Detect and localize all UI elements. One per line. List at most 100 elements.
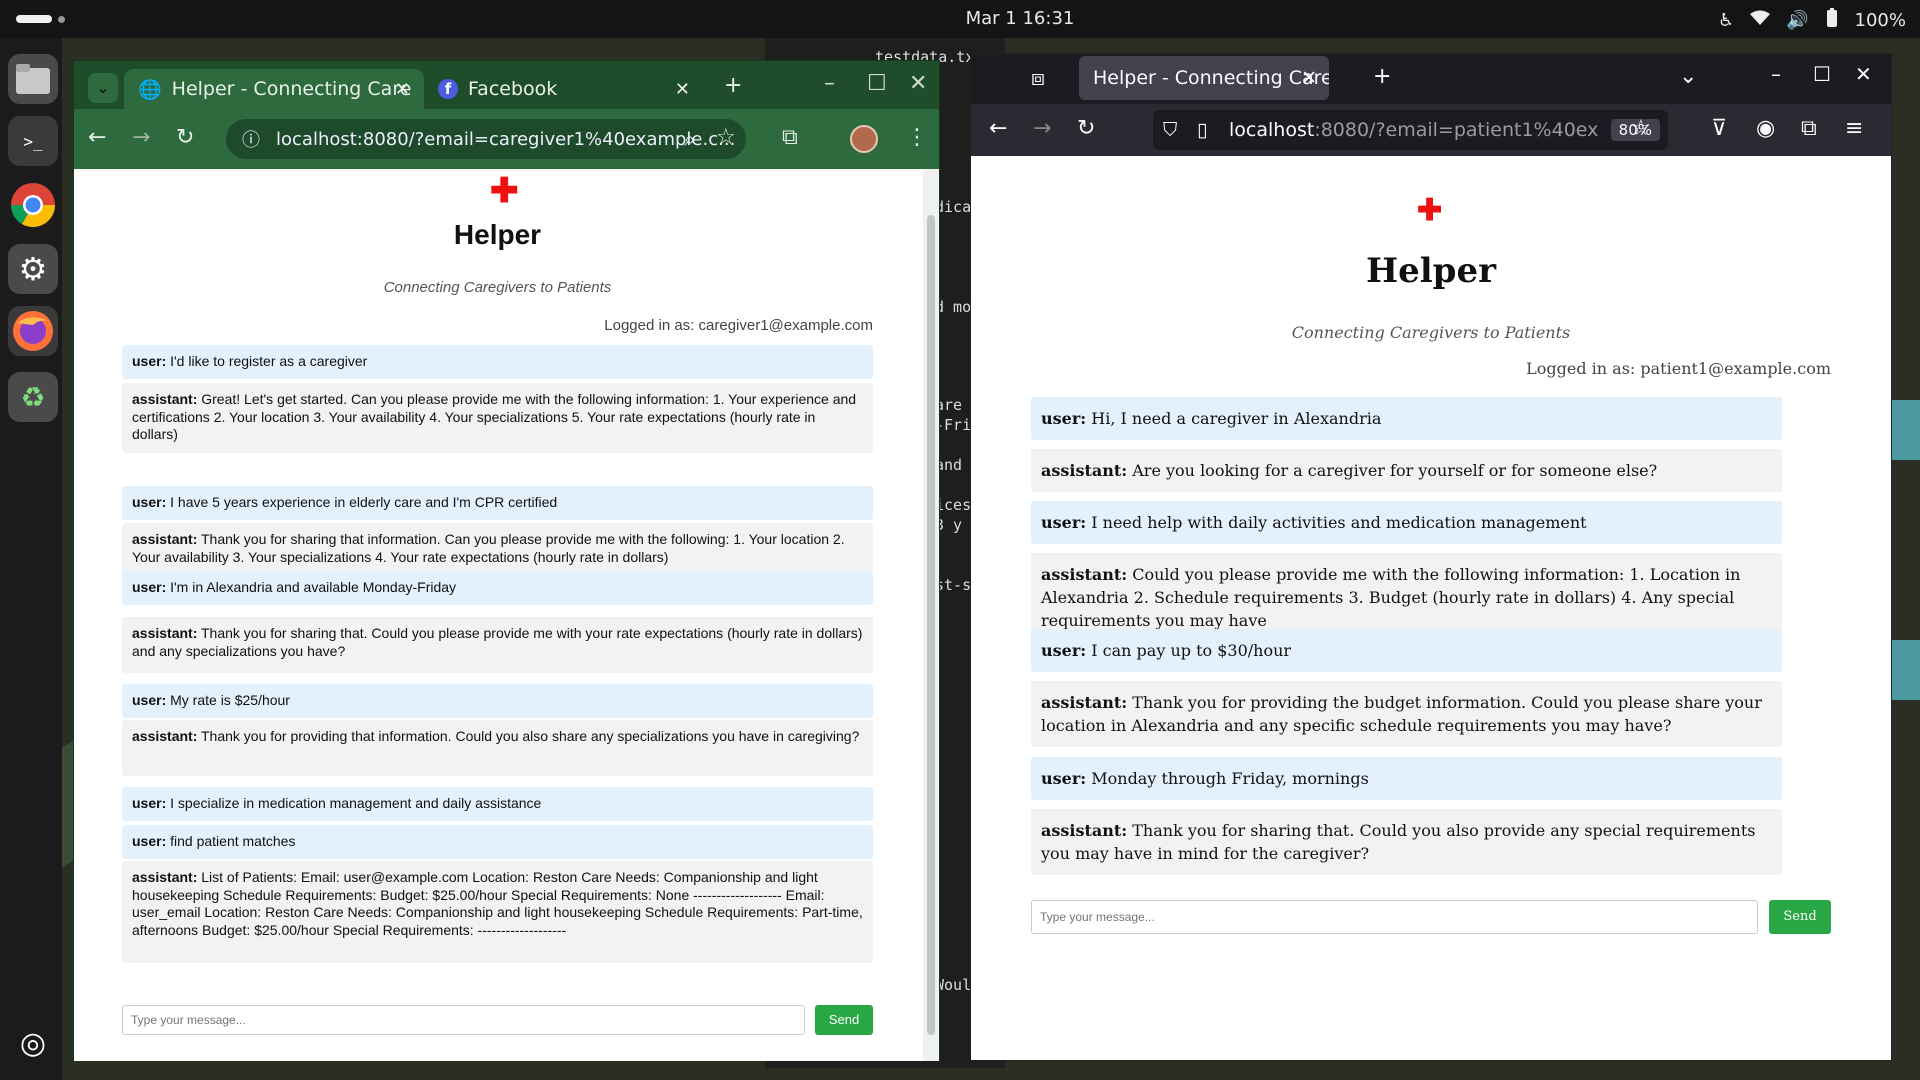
user-message: user: I'm in Alexandria and available Mo…	[122, 571, 873, 605]
extensions-icon[interactable]: ⧉	[782, 125, 798, 150]
zoom-icon[interactable]: ⌕	[684, 127, 695, 151]
scrollbar-thumb[interactable]	[927, 215, 935, 1035]
site-info-icon[interactable]: ⓘ	[242, 126, 260, 152]
new-tab-icon[interactable]: +	[724, 73, 742, 98]
activities-indicator[interactable]	[16, 15, 52, 23]
page-subtitle: Connecting Caregivers to Patients	[1291, 323, 1571, 342]
firefox-icon[interactable]	[8, 306, 58, 356]
account-icon[interactable]: ◉	[1756, 116, 1775, 141]
message-role: assistant:	[132, 728, 198, 744]
message-text: List of Patients: Email: user@example.co…	[132, 869, 863, 938]
chrome-icon[interactable]	[8, 180, 58, 230]
message-role: assistant:	[1041, 693, 1128, 712]
chrome-tab-facebook[interactable]: f Facebook ✕	[424, 69, 704, 109]
minimize-icon[interactable]: –	[824, 71, 835, 96]
forward-icon[interactable]: →	[1033, 116, 1051, 141]
minimize-icon[interactable]: –	[1771, 62, 1781, 86]
back-icon[interactable]: ←	[989, 116, 1007, 141]
chrome-page: ✚ Helper Connecting Caregivers to Patien…	[74, 169, 924, 1061]
extensions-icon[interactable]: ⧉	[1801, 116, 1817, 141]
forward-icon[interactable]: →	[132, 125, 150, 150]
chrome-toolbar: ← → ↻ ⓘ localhost:8080/?email=caregiver1…	[74, 109, 939, 169]
assistant-message: assistant: List of Patients: Email: user…	[122, 861, 873, 963]
message-text: Thank you for providing the budget infor…	[1041, 693, 1762, 736]
battery-percent: 100%	[1854, 10, 1906, 31]
new-tab-icon[interactable]: +	[1373, 64, 1391, 89]
reload-icon[interactable]: ↻	[176, 125, 194, 150]
files-icon[interactable]	[8, 54, 58, 104]
send-button[interactable]: Send	[815, 1005, 873, 1035]
close-window-icon[interactable]: ✕	[1855, 62, 1872, 86]
chrome-tab-helper[interactable]: 🌐 Helper - Connecting Care ✕	[124, 69, 424, 109]
user-message: user: I need help with daily activities …	[1031, 501, 1782, 545]
list-tabs-icon[interactable]: ⌄	[1679, 64, 1697, 89]
reload-icon[interactable]: ↻	[1077, 116, 1095, 141]
tab-close-icon[interactable]: ✕	[1301, 67, 1317, 89]
bookmark-star-icon[interactable]: ☆	[1631, 116, 1651, 141]
assistant-message: assistant: Thank you for sharing that. C…	[122, 617, 873, 673]
message-text: find patient matches	[166, 833, 296, 849]
message-role: user:	[132, 353, 167, 369]
back-icon[interactable]: ←	[88, 125, 106, 150]
maximize-icon[interactable]: ☐	[1813, 62, 1831, 86]
page-subtitle: Connecting Caregivers to Patients	[383, 279, 612, 296]
status-area[interactable]: ♿ 🔊 100%	[1718, 8, 1906, 33]
terminal-icon[interactable]: >_	[8, 116, 58, 166]
tab-close-icon[interactable]: ✕	[675, 79, 690, 100]
firefox-tab-helper[interactable]: Helper - Connecting Caregive ✕	[1079, 56, 1329, 100]
medical-cross-icon: ✚	[1417, 193, 1443, 228]
tab-title: Helper - Connecting Care	[171, 78, 412, 100]
clock[interactable]: Mar 1 16:31	[940, 8, 1100, 29]
wallpaper-shape	[1890, 400, 1920, 460]
firefox-window: ⧈ Helper - Connecting Caregive ✕ + ⌄ – ☐…	[970, 53, 1892, 1061]
terminal-line: Woul	[935, 976, 972, 994]
message-input[interactable]	[1031, 900, 1758, 934]
settings-icon[interactable]: ⚙	[8, 244, 58, 294]
close-window-icon[interactable]: ✕	[909, 71, 927, 96]
scrollbar[interactable]	[923, 169, 939, 1061]
message-text: I'm in Alexandria and available Monday-F…	[166, 579, 457, 595]
address-bar[interactable]: ⓘ localhost:8080/?email=caregiver1%40exa…	[226, 119, 746, 159]
assistant-message: assistant: Great! Let's get started. Can…	[122, 383, 873, 453]
maximize-icon[interactable]: ☐	[867, 71, 887, 96]
user-message: user: My rate is $25/hour	[122, 684, 873, 718]
tab-title: Helper - Connecting Caregive	[1093, 67, 1329, 89]
volume-icon[interactable]: 🔊	[1786, 10, 1808, 31]
shield-icon[interactable]: ⛉	[1163, 119, 1177, 141]
message-input[interactable]	[122, 1005, 805, 1035]
pocket-icon[interactable]: ⊽	[1711, 116, 1727, 141]
ubuntu-icon[interactable]: ◎	[8, 1018, 58, 1068]
assistant-message: assistant: Thank you for providing that …	[122, 720, 873, 776]
message-text: I can pay up to $30/hour	[1086, 641, 1292, 660]
message-role: user:	[132, 795, 167, 811]
send-button[interactable]: Send	[1769, 900, 1831, 934]
user-message: user: Hi, I need a caregiver in Alexandr…	[1031, 397, 1782, 441]
logged-in-label: Logged in as: patient1@example.com	[1526, 359, 1831, 378]
message-role: user:	[1041, 769, 1087, 788]
wifi-icon[interactable]	[1750, 10, 1771, 31]
user-message: user: I'd like to register as a caregive…	[122, 345, 873, 379]
address-bar[interactable]: ⛉ ▯ localhost:8080/?email=patient1%40ex …	[1153, 110, 1668, 150]
url-host: localhost	[1229, 119, 1315, 141]
bookmark-star-icon[interactable]: ☆	[716, 125, 736, 150]
dock: >_ ⚙ ♻ ◎	[0, 38, 62, 1080]
assistant-message: assistant: Are you looking for a caregiv…	[1031, 449, 1782, 493]
tab-overview-icon[interactable]: ⧈	[1031, 66, 1045, 91]
menu-icon[interactable]: ≡	[1845, 116, 1863, 141]
firefox-toolbar: ← → ↻ ⛉ ▯ localhost:8080/?email=patient1…	[971, 104, 1891, 156]
menu-icon[interactable]: ⋮	[906, 125, 928, 150]
globe-icon: 🌐	[138, 78, 162, 101]
user-message: user: I have 5 years experience in elder…	[122, 486, 873, 520]
medical-cross-icon: ✚	[490, 172, 519, 210]
battery-icon[interactable]	[1825, 8, 1839, 33]
message-text: I'd like to register as a caregiver	[166, 353, 368, 369]
message-text: Hi, I need a caregiver in Alexandria	[1086, 409, 1382, 428]
message-role: user:	[132, 579, 167, 595]
message-text: I specialize in medication management an…	[166, 795, 542, 811]
profile-avatar[interactable]	[850, 125, 878, 153]
tab-close-icon[interactable]: ✕	[395, 79, 410, 100]
tab-search-icon[interactable]: ⌄	[88, 73, 118, 103]
trash-icon[interactable]: ♻	[8, 372, 58, 422]
system-top-bar: Mar 1 16:31 ♿ 🔊 100%	[0, 0, 1920, 38]
accessibility-icon[interactable]: ♿	[1718, 10, 1734, 31]
